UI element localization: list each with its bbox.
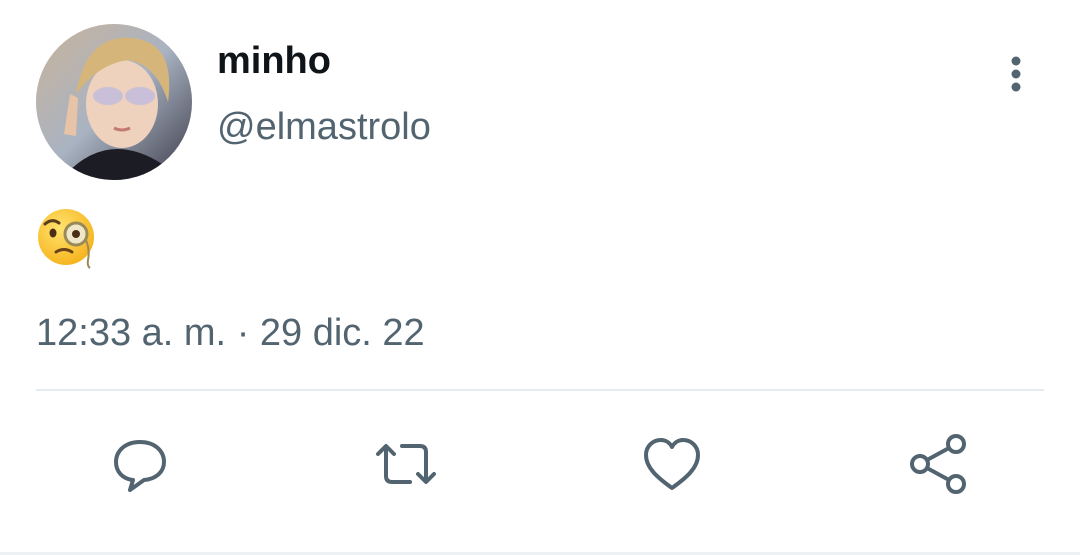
timestamp[interactable]: 12:33 a. m. · 29 dic. 22	[36, 310, 425, 356]
timestamp-separator: ·	[236, 312, 250, 354]
like-button[interactable]	[640, 432, 704, 496]
share-button[interactable]	[906, 432, 970, 496]
reply-icon	[114, 440, 166, 492]
tweet-date: 29 dic. 22	[259, 312, 425, 354]
retweet-icon	[376, 444, 436, 484]
tweet-text	[36, 206, 100, 285]
face-with-monocle-icon	[38, 209, 94, 269]
display-name[interactable]: minho	[217, 38, 331, 84]
avatar-image	[36, 24, 192, 180]
user-handle[interactable]: @elmastrolo	[217, 104, 431, 150]
retweet-button[interactable]	[374, 432, 438, 496]
avatar[interactable]	[36, 24, 192, 180]
reply-button[interactable]	[108, 432, 172, 496]
divider	[36, 389, 1044, 391]
tweet-time: 12:33 a. m.	[36, 312, 227, 354]
like-icon	[644, 438, 700, 490]
tweet-card: minho @elmastrolo 12:33 a. m. · 29 dic. …	[0, 0, 1080, 555]
more-options-button[interactable]	[994, 52, 1038, 96]
share-icon	[910, 434, 966, 494]
more-vertical-icon	[1011, 56, 1021, 92]
